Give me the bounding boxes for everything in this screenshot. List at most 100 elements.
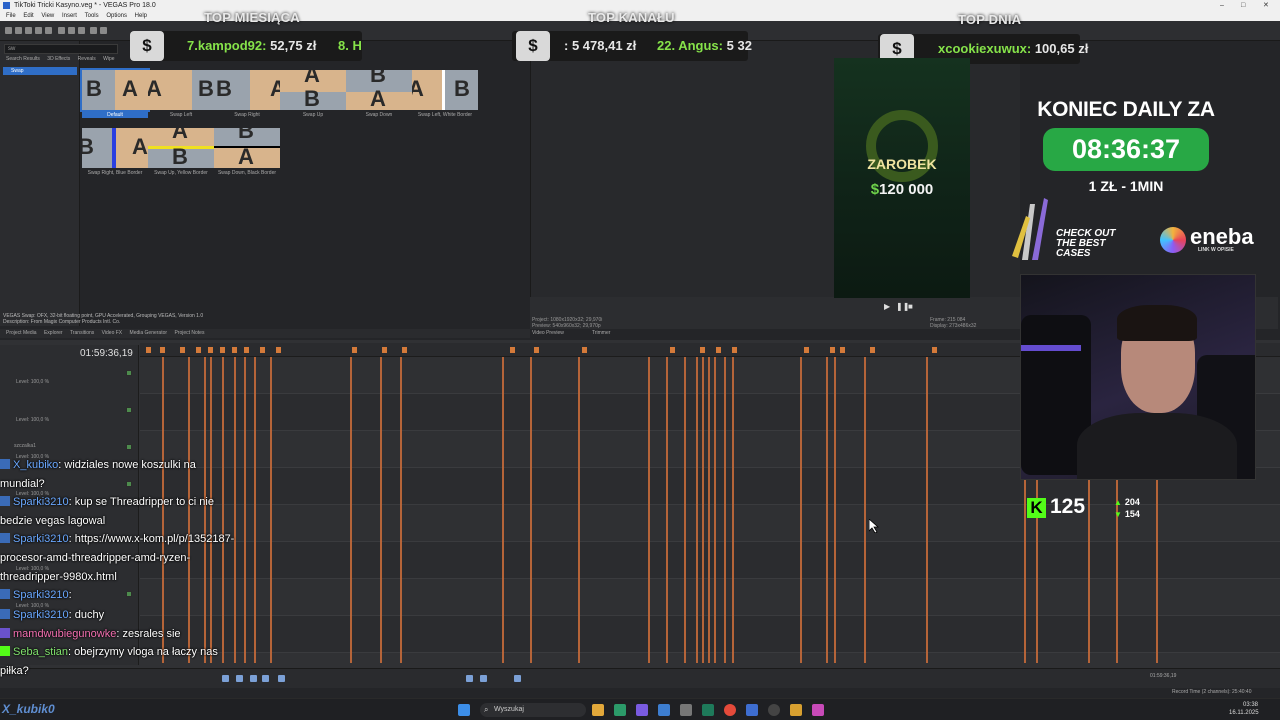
tab-3d-effects[interactable]: 3D Effects xyxy=(47,56,70,62)
envelope-tool-icon[interactable] xyxy=(480,675,487,682)
app-icon[interactable] xyxy=(746,704,758,716)
preset-thumb[interactable]: A B xyxy=(148,128,214,168)
clip-edge[interactable] xyxy=(684,357,686,663)
clip-edge[interactable] xyxy=(666,357,668,663)
timeline-marker[interactable] xyxy=(208,347,213,353)
cut-icon[interactable] xyxy=(58,27,65,34)
play-from-start-icon[interactable] xyxy=(250,675,257,682)
redo-icon[interactable] xyxy=(100,27,107,34)
close-button[interactable]: ✕ xyxy=(1263,0,1269,11)
clip-edge[interactable] xyxy=(834,357,836,663)
menu-help[interactable]: Help xyxy=(135,11,147,21)
clip-edge[interactable] xyxy=(244,357,246,663)
tab-explorer[interactable]: Explorer xyxy=(44,329,63,338)
timeline-marker[interactable] xyxy=(830,347,835,353)
normal-edit-tool-icon[interactable] xyxy=(466,675,473,682)
timeline-marker[interactable] xyxy=(534,347,539,353)
timeline-marker[interactable] xyxy=(196,347,201,353)
timeline-marker[interactable] xyxy=(510,347,515,353)
clip-edge[interactable] xyxy=(714,357,716,663)
clock-time[interactable]: 03:38 xyxy=(1243,702,1258,708)
clip-edge[interactable] xyxy=(732,357,734,663)
menu-edit[interactable]: Edit xyxy=(23,11,33,21)
preset-thumb[interactable]: B A xyxy=(82,128,148,168)
track-level[interactable]: Level: 100,0 % xyxy=(16,379,49,385)
windows-start-icon[interactable] xyxy=(458,704,470,716)
track-fx-icon[interactable] xyxy=(126,370,132,376)
preset-thumb[interactable]: B A xyxy=(214,128,280,168)
timeline-marker[interactable] xyxy=(276,347,281,353)
save-icon[interactable] xyxy=(25,27,32,34)
clip-edge[interactable] xyxy=(270,357,272,663)
properties-icon[interactable] xyxy=(45,27,52,34)
stop-icon[interactable]: ■ xyxy=(908,302,913,311)
minimize-button[interactable]: – xyxy=(1220,0,1224,11)
snapping-icon[interactable] xyxy=(514,675,521,682)
timeline-marker[interactable] xyxy=(160,347,165,353)
tab-transitions[interactable]: Transitions xyxy=(70,329,94,338)
tab-wipe[interactable]: Wipe xyxy=(103,56,114,62)
timeline-marker[interactable] xyxy=(700,347,705,353)
open-icon[interactable] xyxy=(15,27,22,34)
new-icon[interactable] xyxy=(5,27,12,34)
clip-edge[interactable] xyxy=(696,357,698,663)
clip-edge[interactable] xyxy=(400,357,402,663)
timeline-marker[interactable] xyxy=(382,347,387,353)
menu-insert[interactable]: Insert xyxy=(62,11,77,21)
timeline-marker[interactable] xyxy=(402,347,407,353)
copy-icon[interactable] xyxy=(68,27,75,34)
stop-icon[interactable] xyxy=(278,675,285,682)
menu-file[interactable]: File xyxy=(6,11,16,21)
track-fx-icon[interactable] xyxy=(126,444,132,450)
tab-search-results[interactable]: Search Results xyxy=(6,56,40,62)
track-name[interactable]: szczalka1 xyxy=(14,443,36,449)
preset-thumb[interactable]: B A xyxy=(80,68,150,112)
play-icon[interactable] xyxy=(262,675,269,682)
timeline-marker[interactable] xyxy=(352,347,357,353)
render-icon[interactable] xyxy=(35,27,42,34)
clip-edge[interactable] xyxy=(864,357,866,663)
vegas-taskbar-icon[interactable] xyxy=(702,704,714,716)
edge-icon[interactable] xyxy=(614,704,626,716)
preset-thumb[interactable]: B A xyxy=(214,70,280,110)
menu-options[interactable]: Options xyxy=(106,11,127,21)
clip-edge[interactable] xyxy=(578,357,580,663)
preset-thumb[interactable]: A B xyxy=(280,70,346,110)
calculator-icon[interactable] xyxy=(680,704,692,716)
file-explorer-icon[interactable] xyxy=(592,704,604,716)
timeline-marker[interactable] xyxy=(232,347,237,353)
timeline-marker[interactable] xyxy=(146,347,151,353)
timeline-marker[interactable] xyxy=(582,347,587,353)
track-level[interactable]: Level: 100,0 % xyxy=(16,417,49,423)
timeline-marker[interactable] xyxy=(670,347,675,353)
clock-date[interactable]: 16.11.2025 xyxy=(1229,710,1259,716)
clip-edge[interactable] xyxy=(800,357,802,663)
clip-edge[interactable] xyxy=(350,357,352,663)
preset-thumb[interactable]: B A xyxy=(346,70,412,110)
tab-media-generator[interactable]: Media Generator xyxy=(130,329,168,338)
timeline-marker[interactable] xyxy=(220,347,225,353)
clip-edge[interactable] xyxy=(926,357,928,663)
timeline-marker[interactable] xyxy=(732,347,737,353)
undo-icon[interactable] xyxy=(90,27,97,34)
timeline-marker[interactable] xyxy=(840,347,845,353)
track-fx-icon[interactable] xyxy=(126,407,132,413)
timeline-marker[interactable] xyxy=(716,347,721,353)
clip-edge[interactable] xyxy=(724,357,726,663)
paste-icon[interactable] xyxy=(78,27,85,34)
maximize-button[interactable]: □ xyxy=(1241,0,1245,11)
teams-icon[interactable] xyxy=(636,704,648,716)
tab-video-preview[interactable]: Video Preview xyxy=(532,330,564,336)
preset-thumb[interactable]: A B xyxy=(148,70,214,110)
timeline-marker[interactable] xyxy=(932,347,937,353)
clip-edge[interactable] xyxy=(254,357,256,663)
preset-thumb[interactable]: A B xyxy=(412,70,478,110)
tab-video-fx[interactable]: Video FX xyxy=(102,329,122,338)
play-icon[interactable]: ▶ xyxy=(884,302,890,311)
tab-trimmer[interactable]: Trimmer xyxy=(592,330,610,336)
menu-view[interactable]: View xyxy=(41,11,54,21)
timeline-marker[interactable] xyxy=(244,347,249,353)
clip-edge[interactable] xyxy=(648,357,650,663)
taskbar-search[interactable]: ⌕ Wyszukaj xyxy=(480,703,586,717)
timeline-marker[interactable] xyxy=(260,347,265,353)
